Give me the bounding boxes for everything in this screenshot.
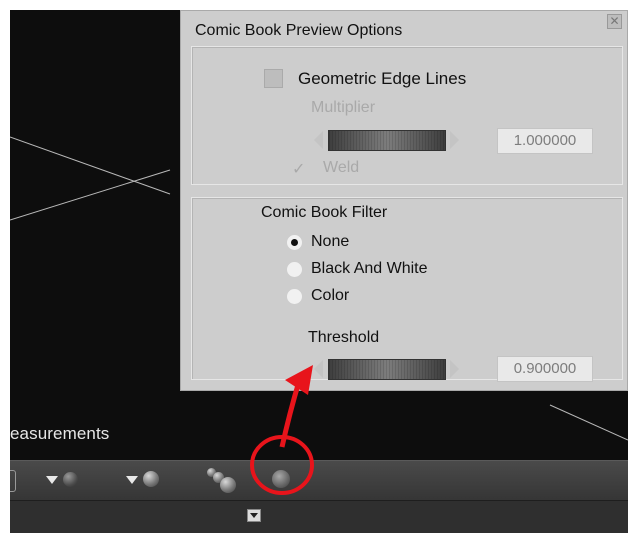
threshold-label: Threshold [308,329,380,346]
geometric-edge-group: Geometric Edge Lines Multiplier 1.000000… [191,46,623,185]
slider-right-arrow-icon[interactable] [450,131,459,149]
geometric-edge-checkbox[interactable] [264,69,283,88]
close-icon[interactable]: ✕ [607,14,622,29]
radio-color-label: Color [311,287,350,304]
lit-sphere-icon[interactable] [143,471,159,487]
panel-title: Comic Book Preview Options [195,22,403,39]
measurements-label: easurements [10,424,110,443]
radio-none[interactable] [287,235,302,250]
multiplier-label: Multiplier [311,99,376,116]
weld-checkbox[interactable]: ✓ [292,159,305,179]
dropdown-arrow-icon[interactable] [46,476,58,484]
threshold-value-field[interactable]: 0.900000 [497,356,593,382]
dropdown-arrow-icon[interactable] [126,476,138,484]
radio-color[interactable] [287,289,302,304]
slider-left-arrow-icon[interactable] [314,360,323,378]
weld-label: Weld [323,159,360,176]
radio-black-and-white[interactable] [287,262,302,277]
toolbar-button-edge[interactable] [10,470,16,492]
dropdown-button[interactable] [247,509,261,522]
viewport-line [10,136,171,195]
slider-left-arrow-icon[interactable] [314,131,323,149]
status-bar [10,500,628,533]
comic-book-filter-group: Comic Book Filter None Black And White C… [191,197,623,382]
render-ball-icon[interactable] [63,472,78,487]
viewport-toolbar [10,460,628,501]
comic-book-preview-options-panel: Comic Book Preview Options ✕ Geometric E… [180,10,628,391]
viewport-line [549,404,628,441]
slider-track[interactable] [328,359,446,380]
slider-right-arrow-icon[interactable] [450,360,459,378]
application-window: easurements Comic Book Preview Options ✕… [10,10,628,533]
radio-none-label: None [311,233,350,250]
viewport-line [10,169,171,221]
multiplier-value-field[interactable]: 1.000000 [497,128,593,154]
comic-book-preview-icon[interactable] [272,470,290,488]
radio-black-and-white-label: Black And White [311,260,428,277]
geometric-edge-label: Geometric Edge Lines [298,69,467,88]
multi-sphere-icon[interactable] [207,468,241,496]
slider-track[interactable] [328,130,446,151]
filter-title: Comic Book Filter [261,204,388,221]
